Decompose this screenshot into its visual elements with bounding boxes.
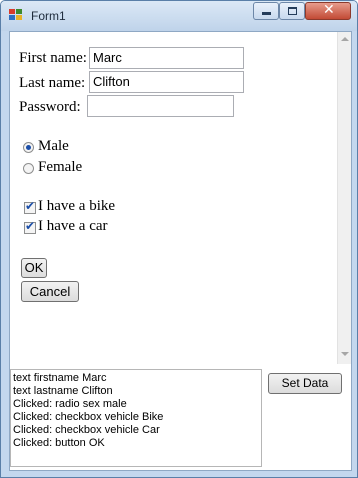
- radio-selected-dot: [26, 145, 31, 150]
- radio-male-label[interactable]: Male: [38, 138, 69, 155]
- maximize-icon: [288, 7, 297, 15]
- app-icon: [9, 9, 23, 21]
- form1-window: Form1 ✕ First name: Marc Last name: Clif…: [0, 0, 358, 478]
- window-title: Form1: [31, 9, 66, 23]
- checkbox-car-label[interactable]: I have a car: [38, 218, 108, 235]
- minimize-icon: [262, 12, 271, 15]
- checkbox-bike-label[interactable]: I have a bike: [38, 198, 115, 215]
- vertical-scrollbar[interactable]: [337, 32, 351, 364]
- form-panel: First name: Marc Last name: Clifton Pass…: [10, 32, 351, 364]
- title-bar[interactable]: Form1 ✕: [1, 1, 357, 31]
- password-input[interactable]: [87, 95, 234, 117]
- last-name-input[interactable]: Clifton: [89, 71, 244, 93]
- set-data-button[interactable]: Set Data: [268, 373, 342, 394]
- log-line: text lastname Clifton: [13, 385, 113, 397]
- checkbox-car[interactable]: ✔: [24, 219, 36, 234]
- radio-male[interactable]: [23, 142, 34, 153]
- first-name-label: First name:: [19, 50, 87, 66]
- checkbox-bike[interactable]: ✔: [24, 199, 36, 214]
- log-line: Clicked: checkbox vehicle Car: [13, 424, 160, 436]
- radio-female[interactable]: [23, 163, 34, 174]
- checkmark-icon: ✔: [25, 199, 36, 213]
- scroll-down-icon[interactable]: [341, 352, 349, 356]
- password-label: Password:: [19, 99, 81, 115]
- log-line: Clicked: radio sex male: [13, 398, 127, 410]
- last-name-label: Last name:: [19, 75, 86, 91]
- ok-button[interactable]: OK: [21, 258, 47, 278]
- cancel-button[interactable]: Cancel: [21, 281, 79, 302]
- first-name-input[interactable]: Marc: [89, 47, 244, 69]
- close-button[interactable]: ✕: [305, 2, 351, 20]
- scroll-up-icon[interactable]: [341, 37, 349, 41]
- radio-female-label[interactable]: Female: [38, 159, 82, 176]
- maximize-button[interactable]: [279, 2, 305, 20]
- log-line: text firstname Marc: [13, 372, 107, 384]
- client-area: First name: Marc Last name: Clifton Pass…: [9, 31, 352, 471]
- minimize-button[interactable]: [253, 2, 279, 20]
- log-line: Clicked: checkbox vehicle Bike: [13, 411, 164, 423]
- close-icon: ✕: [323, 2, 335, 18]
- event-log-textbox[interactable]: text firstname Marc text lastname Clifton…: [10, 369, 262, 467]
- log-line: Clicked: button OK: [13, 437, 105, 449]
- checkmark-icon: ✔: [25, 219, 36, 233]
